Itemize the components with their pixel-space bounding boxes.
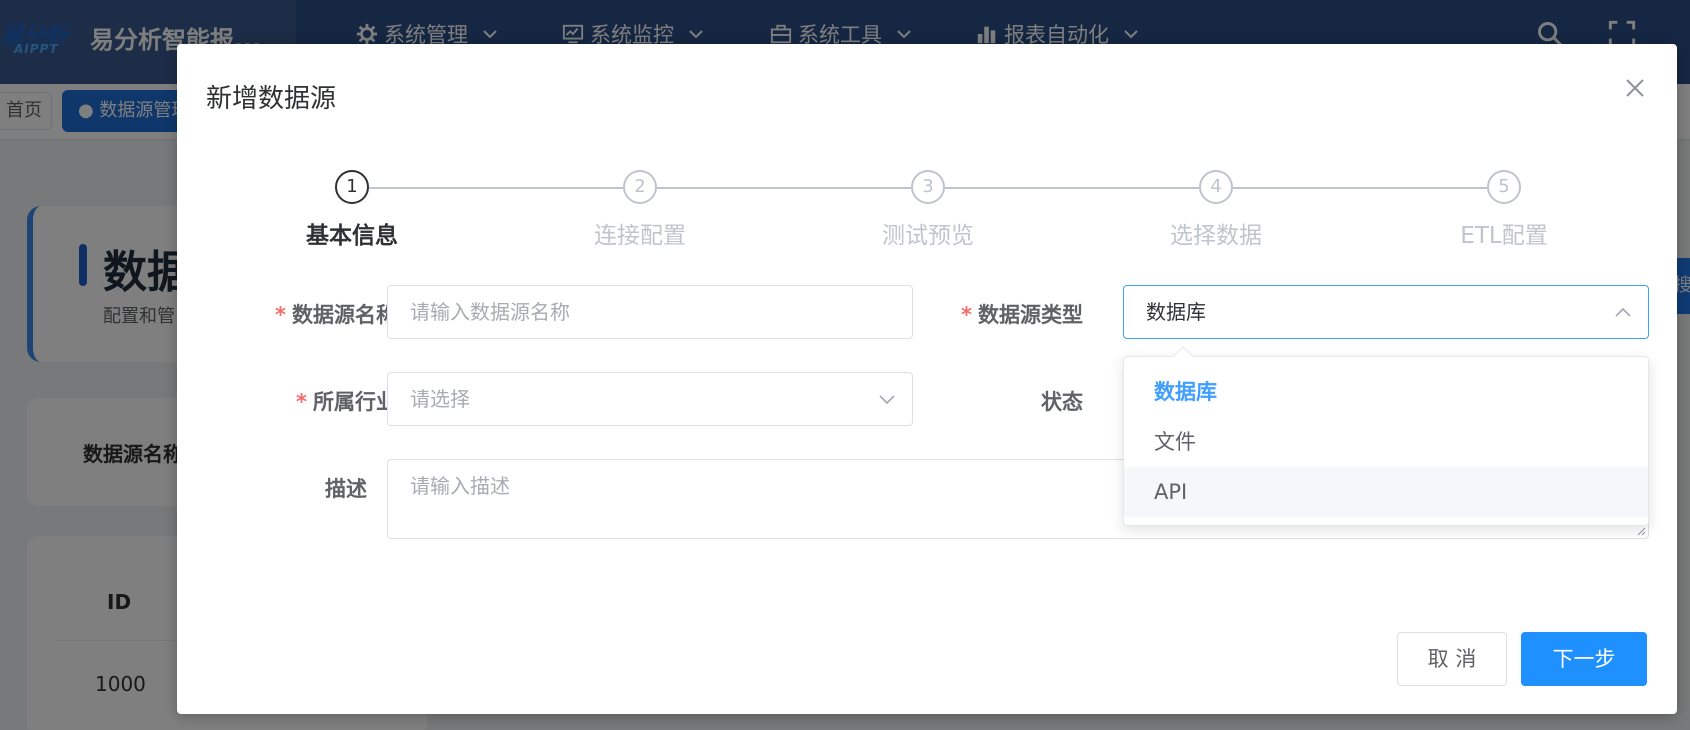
option-file[interactable]: 文件 [1124, 417, 1648, 467]
datasource-type-select[interactable]: 数据库 [1123, 285, 1649, 339]
datasource-name-label: * 数据源名称 [247, 299, 397, 329]
cancel-button[interactable]: 取 消 [1397, 632, 1507, 686]
step-basic-info: 1 基本信息 [252, 170, 452, 250]
required-mark: * [296, 390, 307, 414]
step-test-preview: 3 测试预览 [828, 170, 1028, 250]
label-text: 数据源类型 [978, 303, 1083, 327]
status-label: 状态 [903, 386, 1083, 416]
step-number: 4 [1199, 170, 1233, 204]
step-number: 5 [1487, 170, 1521, 204]
resize-handle-icon[interactable] [1636, 526, 1646, 536]
option-api[interactable]: API [1124, 467, 1648, 517]
step-select-data: 4 选择数据 [1116, 170, 1316, 250]
label-text: 描述 [325, 477, 367, 501]
add-datasource-dialog: 新增数据源 1 基本信息 2 连接配置 3 测试预览 4 选择数据 5 ETL配… [177, 44, 1677, 714]
dropdown-caret [1173, 346, 1193, 366]
label-text: 状态 [1041, 390, 1083, 414]
step-etl-config: 5 ETL配置 [1404, 170, 1604, 250]
label-text: 所属行业 [313, 390, 397, 414]
chevron-up-icon [1615, 307, 1631, 317]
step-title: 连接配置 [594, 223, 686, 249]
step-title: ETL配置 [1460, 223, 1548, 249]
industry-label: * 所属行业 [247, 386, 397, 416]
description-label: 描述 [247, 473, 367, 503]
next-step-button[interactable]: 下一步 [1521, 632, 1647, 686]
datasource-name-input[interactable]: 请输入数据源名称 [387, 285, 913, 339]
step-number: 1 [335, 170, 369, 204]
textarea-placeholder: 请输入描述 [410, 474, 510, 498]
required-mark: * [275, 303, 286, 327]
input-placeholder: 请输入数据源名称 [410, 300, 570, 324]
step-number: 3 [911, 170, 945, 204]
datasource-type-label: * 数据源类型 [903, 299, 1083, 329]
step-connection-config: 2 连接配置 [540, 170, 740, 250]
dialog-title: 新增数据源 [206, 84, 337, 114]
required-mark: * [961, 303, 972, 327]
select-value: 数据库 [1146, 300, 1206, 324]
datasource-type-dropdown: 数据库 文件 API [1123, 346, 1649, 526]
step-title: 测试预览 [882, 223, 974, 249]
step-title: 基本信息 [306, 223, 398, 249]
option-database[interactable]: 数据库 [1124, 367, 1648, 417]
label-text: 数据源名称 [292, 303, 397, 327]
select-placeholder: 请选择 [410, 387, 470, 411]
chevron-down-icon [879, 395, 895, 405]
close-icon[interactable] [1623, 76, 1647, 100]
step-title: 选择数据 [1170, 223, 1262, 249]
step-number: 2 [623, 170, 657, 204]
industry-select[interactable]: 请选择 [387, 372, 913, 426]
